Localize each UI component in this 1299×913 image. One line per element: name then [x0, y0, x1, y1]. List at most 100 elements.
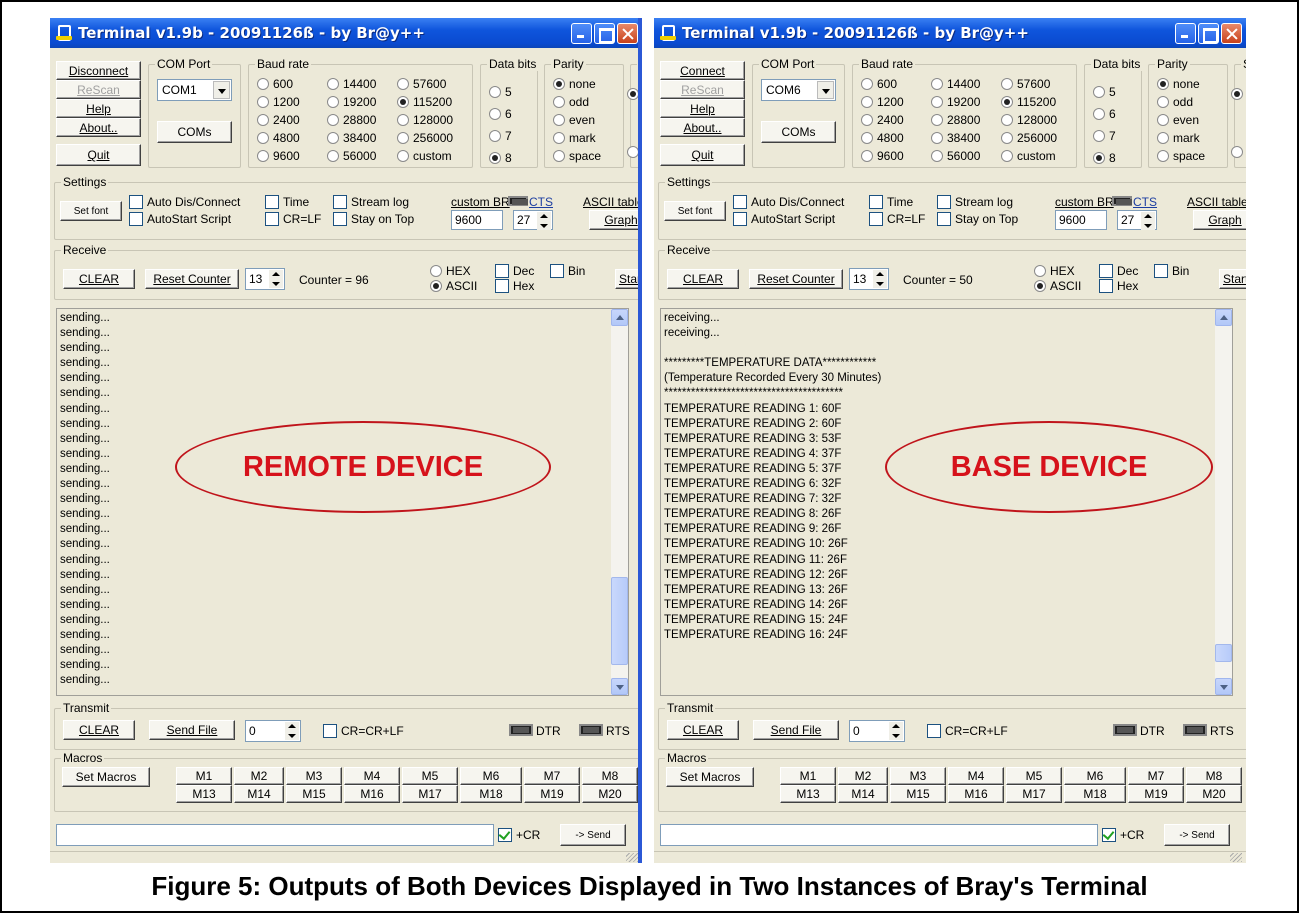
ascii-radio[interactable]: ASCII: [430, 279, 477, 293]
parity-radio-even[interactable]: even: [553, 113, 595, 127]
macro-m14-button[interactable]: M14: [234, 785, 284, 803]
stream-log-checkbox[interactable]: Stream log: [333, 195, 409, 209]
baud-radio-38400[interactable]: 38400: [327, 131, 376, 145]
help-button[interactable]: Help: [56, 99, 141, 118]
receive-log[interactable]: sending... sending... sending... sending...…: [56, 308, 629, 696]
hex-checkbox[interactable]: Hex: [1099, 279, 1138, 293]
autostart-script-checkbox[interactable]: AutoStart Script: [129, 212, 231, 226]
close-icon[interactable]: [617, 23, 638, 44]
macro-m16-button[interactable]: M16: [948, 785, 1004, 803]
title-bar[interactable]: Terminal v1.9b - 20091126ß - by Br@y++: [50, 18, 642, 48]
maximize-icon[interactable]: [594, 23, 615, 44]
set-font-button[interactable]: Set font: [664, 201, 726, 221]
rescan-button[interactable]: ReScan: [56, 80, 141, 99]
stepper-icon[interactable]: [285, 722, 299, 740]
data-bits-radio-8[interactable]: 8: [1093, 151, 1116, 165]
connect-button[interactable]: Disconnect: [56, 61, 141, 80]
autostart-script-checkbox[interactable]: AutoStart Script: [733, 212, 835, 226]
minimize-icon[interactable]: [571, 23, 592, 44]
baud-radio-2400[interactable]: 2400: [257, 113, 300, 127]
send-button[interactable]: -> Send: [1164, 824, 1230, 846]
parity-radio-odd[interactable]: odd: [553, 95, 589, 109]
set-macros-button[interactable]: Set Macros: [666, 767, 754, 787]
macro-m18-button[interactable]: M18: [1064, 785, 1126, 803]
plus-cr-checkbox[interactable]: +CR: [498, 828, 540, 842]
baud-radio-57600[interactable]: 57600: [397, 77, 446, 91]
baud-radio-custom[interactable]: custom: [1001, 149, 1056, 163]
ascii-radio[interactable]: ASCII: [1034, 279, 1081, 293]
baud-radio-256000[interactable]: 256000: [1001, 131, 1057, 145]
graph-button[interactable]: Graph: [589, 210, 642, 230]
stay-on-top-checkbox[interactable]: Stay on Top: [333, 212, 414, 226]
parity-radio-space[interactable]: space: [553, 149, 601, 163]
start-log-button[interactable]: StartL: [615, 269, 642, 289]
macro-m16-button[interactable]: M16: [344, 785, 400, 803]
macro-m13-button[interactable]: M13: [176, 785, 232, 803]
macro-m4-button[interactable]: M4: [344, 767, 400, 785]
resize-grip-icon[interactable]: [1230, 853, 1242, 862]
macro-m19-button[interactable]: M19: [1128, 785, 1184, 803]
macro-m8-button[interactable]: M8: [1186, 767, 1242, 785]
macro-m15-button[interactable]: M15: [890, 785, 946, 803]
set-macros-button[interactable]: Set Macros: [62, 767, 150, 787]
bin-checkbox[interactable]: Bin: [550, 264, 585, 278]
time-checkbox[interactable]: Time: [869, 195, 913, 209]
cr-crlf-checkbox[interactable]: CR=CR+LF: [323, 724, 404, 738]
about-button[interactable]: About..: [660, 118, 745, 137]
reset-counter-button[interactable]: Reset Counter: [749, 269, 843, 289]
macro-m6-button[interactable]: M6: [1064, 767, 1126, 785]
stay-on-top-checkbox[interactable]: Stay on Top: [937, 212, 1018, 226]
send-button[interactable]: -> Send: [560, 824, 626, 846]
baud-radio-28800[interactable]: 28800: [931, 113, 980, 127]
cr-lf-checkbox[interactable]: CR=LF: [265, 212, 321, 226]
baud-radio-600[interactable]: 600: [257, 77, 293, 91]
data-bits-radio-5[interactable]: 5: [489, 85, 512, 99]
cr-crlf-checkbox[interactable]: CR=CR+LF: [927, 724, 1008, 738]
baud-radio-128000[interactable]: 128000: [1001, 113, 1057, 127]
baud-radio-1200[interactable]: 1200: [257, 95, 300, 109]
hex-radio[interactable]: HEX: [1034, 264, 1075, 278]
macro-m1-button[interactable]: M1: [780, 767, 836, 785]
close-icon[interactable]: [1221, 23, 1242, 44]
baud-radio-115200[interactable]: 115200: [397, 95, 452, 109]
set-font-button[interactable]: Set font: [60, 201, 122, 221]
macro-m20-button[interactable]: M20: [582, 785, 638, 803]
transmit-stepper[interactable]: 0: [849, 720, 905, 742]
receive-clear-button[interactable]: CLEAR: [63, 269, 135, 289]
quit-button[interactable]: Quit: [56, 144, 141, 166]
baud-radio-128000[interactable]: 128000: [397, 113, 453, 127]
baud-radio-56000[interactable]: 56000: [931, 149, 980, 163]
parity-radio-mark[interactable]: mark: [1157, 131, 1200, 145]
baud-radio-19200[interactable]: 19200: [931, 95, 980, 109]
baud-radio-9600[interactable]: 9600: [861, 149, 904, 163]
parity-radio-even[interactable]: even: [1157, 113, 1199, 127]
data-bits-radio-8[interactable]: 8: [489, 151, 512, 165]
baud-radio-14400[interactable]: 14400: [327, 77, 376, 91]
rx-clear-stepper[interactable]: 27: [513, 210, 553, 230]
com-port-select[interactable]: COM1: [157, 79, 232, 101]
transmit-clear-button[interactable]: CLEAR: [667, 720, 739, 740]
graph-button[interactable]: Graph: [1193, 210, 1246, 230]
dec-checkbox[interactable]: Dec: [495, 264, 534, 278]
parity-radio-none[interactable]: none: [553, 77, 596, 91]
macro-m3-button[interactable]: M3: [286, 767, 342, 785]
macro-m6-button[interactable]: M6: [460, 767, 522, 785]
maximize-icon[interactable]: [1198, 23, 1219, 44]
receive-clear-button[interactable]: CLEAR: [667, 269, 739, 289]
stepper-icon[interactable]: [873, 270, 887, 288]
baud-radio-256000[interactable]: 256000: [397, 131, 453, 145]
log-scrollbar[interactable]: [1215, 309, 1232, 695]
auto-dis-connect-checkbox[interactable]: Auto Dis/Connect: [733, 195, 844, 209]
macro-m5-button[interactable]: M5: [402, 767, 458, 785]
macro-m3-button[interactable]: M3: [890, 767, 946, 785]
baud-radio-4800[interactable]: 4800: [861, 131, 904, 145]
macro-m8-button[interactable]: M8: [582, 767, 638, 785]
scroll-up-icon[interactable]: [1215, 309, 1232, 326]
send-input[interactable]: [56, 824, 494, 846]
macro-m2-button[interactable]: M2: [838, 767, 888, 785]
parity-radio-mark[interactable]: mark: [553, 131, 596, 145]
baud-radio-9600[interactable]: 9600: [257, 149, 300, 163]
log-scrollbar[interactable]: [611, 309, 628, 695]
macro-m20-button[interactable]: M20: [1186, 785, 1242, 803]
rts-led[interactable]: [1183, 724, 1207, 736]
